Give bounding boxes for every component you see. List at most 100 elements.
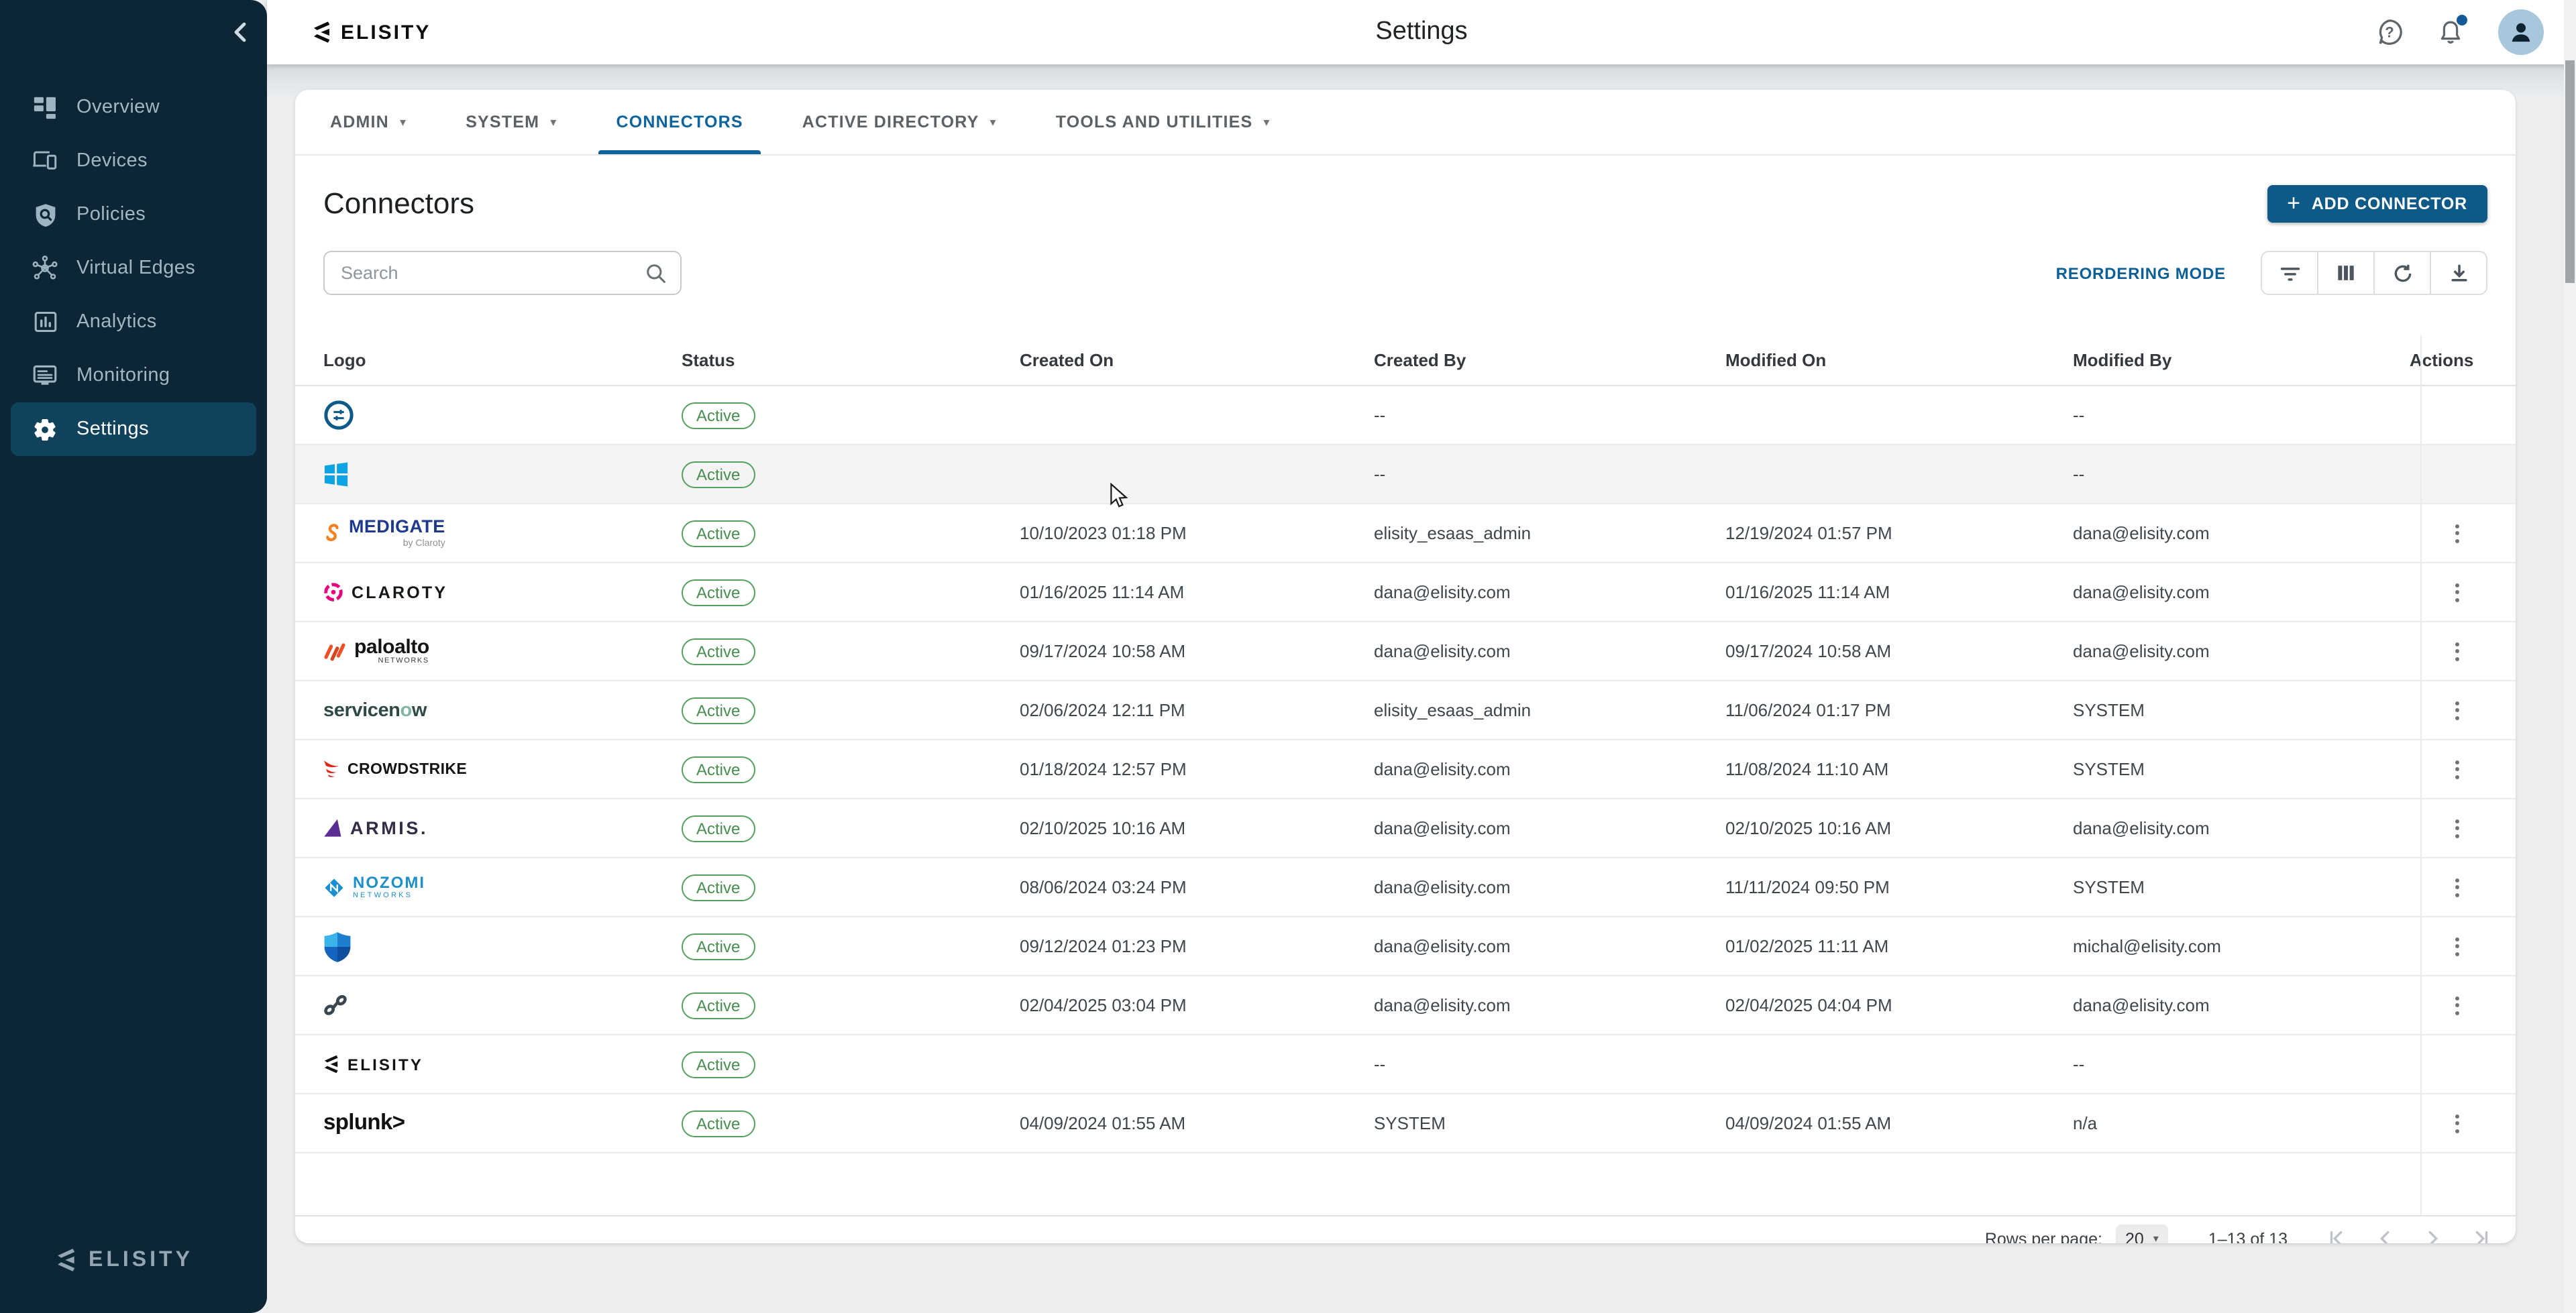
sidebar-item-monitoring[interactable]: Monitoring: [11, 349, 256, 402]
columns-icon[interactable]: [2317, 252, 2373, 294]
table-row[interactable]: Active----: [295, 445, 2516, 504]
cell-modified-by: n/a: [2073, 1113, 2410, 1133]
row-actions-menu-icon[interactable]: [2442, 695, 2471, 725]
cell-created-by: dana@elisity.com: [1374, 877, 1725, 897]
status-badge: Active: [682, 1051, 755, 1078]
table-row[interactable]: paloaltoNETWORKSActive09/17/2024 10:58 A…: [295, 622, 2516, 681]
monitor-list-icon: [32, 363, 58, 388]
row-actions-menu-icon[interactable]: [2442, 577, 2471, 607]
armis-logo: ARMIS.: [323, 818, 428, 838]
table-row[interactable]: Active02/04/2025 03:04 PMdana@elisity.co…: [295, 976, 2516, 1035]
table-row[interactable]: servicenowActive02/06/2024 12:11 PMelisi…: [295, 681, 2516, 740]
status-badge: Active: [682, 1110, 755, 1137]
sidebar-item-overview[interactable]: Overview: [11, 80, 256, 134]
cell-created-by: dana@elisity.com: [1374, 936, 1725, 956]
scrollbar-thumb[interactable]: [2565, 60, 2575, 283]
tab-tools-and-utilities[interactable]: TOOLS AND UTILITIES▾: [1056, 90, 1271, 154]
row-actions-menu-icon[interactable]: [2442, 1108, 2471, 1138]
cell-created-on: 10/10/2023 01:18 PM: [1020, 523, 1374, 543]
download-icon[interactable]: [2430, 252, 2486, 294]
chevron-down-icon: ▾: [2153, 1233, 2159, 1243]
connector-logo-text: ARMIS.: [350, 818, 428, 838]
pagination-range: 1–13 of 13: [2208, 1229, 2288, 1243]
cell-modified-by: dana@elisity.com: [2073, 995, 2410, 1015]
table-row[interactable]: Active09/12/2024 01:23 PMdana@elisity.co…: [295, 917, 2516, 976]
column-header-created-by: Created By: [1374, 350, 1725, 370]
devices-icon: [32, 148, 58, 174]
cell-created-on: 01/16/2025 11:14 AM: [1020, 582, 1374, 602]
tab-label: TOOLS AND UTILITIES: [1056, 113, 1253, 131]
row-actions-menu-icon[interactable]: [2442, 931, 2471, 961]
next-page-button[interactable]: [2416, 1222, 2449, 1243]
add-connector-button[interactable]: + ADD CONNECTOR: [2267, 185, 2487, 223]
claroty-logo-icon: [323, 582, 343, 602]
table-row[interactable]: ELISITYActive----: [295, 1035, 2516, 1094]
nozomi-logo-icon: [323, 876, 345, 898]
table-row[interactable]: NOZOMINETWORKSActive08/06/2024 03:24 PMd…: [295, 858, 2516, 917]
cell-created-by: dana@elisity.com: [1374, 759, 1725, 779]
status-badge: Active: [682, 579, 755, 606]
sidebar-item-analytics[interactable]: Analytics: [11, 295, 256, 349]
row-actions-menu-icon[interactable]: [2442, 518, 2471, 548]
sidebar-item-policies[interactable]: Policies: [11, 188, 256, 241]
previous-page-button[interactable]: [2368, 1222, 2400, 1243]
sidebar-item-label: Virtual Edges: [76, 258, 195, 279]
cell-created-by: --: [1374, 464, 1725, 484]
servicenow-logo: servicenow: [323, 699, 427, 721]
network-nodes-icon: [32, 255, 58, 281]
sidebar-item-virtual-edges[interactable]: Virtual Edges: [11, 241, 256, 295]
cell-modified-on: 12/19/2024 01:57 PM: [1725, 523, 2073, 543]
actions-column-divider: [2420, 335, 2422, 1215]
table-row[interactable]: splunk>Active04/09/2024 01:55 AMSYSTEM04…: [295, 1094, 2516, 1153]
filter-icon[interactable]: [2262, 252, 2317, 294]
rows-per-page-select[interactable]: 20 ▾: [2116, 1224, 2168, 1243]
table-row[interactable]: ARMIS.Active02/10/2025 10:16 AMdana@elis…: [295, 799, 2516, 858]
armis-logo-icon: [323, 818, 342, 838]
status-badge: Active: [682, 461, 755, 488]
row-actions-menu-icon[interactable]: [2442, 754, 2471, 784]
column-header-created-on: Created On: [1020, 350, 1374, 370]
sidebar-collapse-icon[interactable]: [232, 21, 248, 47]
refresh-icon[interactable]: [2373, 252, 2430, 294]
elisity-logo-icon: [323, 1054, 339, 1074]
tab-connectors[interactable]: CONNECTORS: [616, 90, 743, 154]
cell-created-on: 02/10/2025 10:16 AM: [1020, 818, 1374, 838]
table-row[interactable]: CROWDSTRIKEActive01/18/2024 12:57 PMdana…: [295, 740, 2516, 799]
search-input[interactable]: [338, 262, 635, 284]
tab-admin[interactable]: ADMIN▾: [330, 90, 407, 154]
connector-logo-subtext: NETWORKS: [378, 659, 429, 666]
tab-active-directory[interactable]: ACTIVE DIRECTORY ▾: [802, 90, 997, 154]
table-row[interactable]: Active----: [295, 386, 2516, 445]
cell-modified-on: 09/17/2024 10:58 AM: [1725, 641, 2073, 661]
sidebar-item-devices[interactable]: Devices: [11, 134, 256, 188]
row-actions-menu-icon[interactable]: [2442, 813, 2471, 843]
cell-created-by: dana@elisity.com: [1374, 995, 1725, 1015]
section-heading: Connectors: [323, 186, 474, 221]
connector-logo-text: splunk>: [323, 1110, 405, 1136]
table-row[interactable]: CLAROTYActive01/16/2025 11:14 AMdana@eli…: [295, 563, 2516, 622]
row-actions-menu-icon[interactable]: [2442, 872, 2471, 902]
last-page-button[interactable]: [2465, 1222, 2497, 1243]
tab-label: ACTIVE DIRECTORY: [802, 113, 979, 131]
help-icon[interactable]: ?: [2375, 17, 2404, 47]
status-badge: Active: [682, 933, 755, 960]
first-page-button[interactable]: [2320, 1222, 2352, 1243]
cell-modified-by: --: [2073, 1054, 2410, 1074]
sidebar-item-settings[interactable]: Settings: [11, 402, 256, 456]
sidebar-footer-logo: ELISITY: [56, 1247, 193, 1273]
sidebar-item-label: Overview: [76, 97, 160, 118]
row-actions-menu-icon[interactable]: [2442, 636, 2471, 666]
page-scrollbar[interactable]: [2564, 0, 2576, 1313]
cell-modified-on: 01/16/2025 11:14 AM: [1725, 582, 2073, 602]
notifications-bell-icon[interactable]: [2436, 17, 2466, 47]
reordering-mode-button[interactable]: REORDERING MODE: [2056, 264, 2226, 282]
cell-created-by: --: [1374, 405, 1725, 425]
user-avatar[interactable]: [2498, 9, 2544, 55]
cell-modified-by: dana@elisity.com: [2073, 641, 2410, 661]
table-row[interactable]: MEDIGATEby ClarotyActive10/10/2023 01:18…: [295, 504, 2516, 563]
row-actions-menu-icon[interactable]: [2442, 990, 2471, 1020]
connector-logo-text: NOZOMI: [353, 874, 425, 891]
cell-created-by: elisity_esaas_admin: [1374, 700, 1725, 720]
tab-system[interactable]: SYSTEM▾: [466, 90, 557, 154]
chevron-down-icon: ▾: [989, 115, 996, 130]
